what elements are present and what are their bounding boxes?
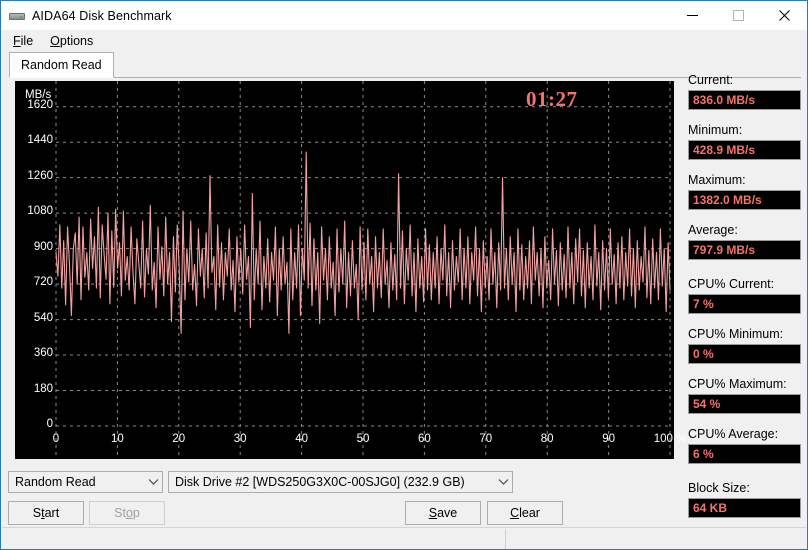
- status-bar-divider: [505, 529, 506, 549]
- tab-random-read[interactable]: Random Read: [9, 52, 114, 78]
- y-tick-label-8: 1440: [27, 134, 53, 147]
- menu-item-options[interactable]: Options: [43, 32, 100, 50]
- stat-box-2: 1382.0 MB/s: [688, 190, 801, 210]
- benchmark-mode-value: Random Read: [15, 475, 96, 489]
- x-tick-label-5: 50: [356, 433, 370, 445]
- elapsed-timer: 01:27: [526, 87, 578, 111]
- stat-value-2: 1382.0 MB/s: [693, 193, 762, 207]
- y-tick-label-4: 720: [33, 276, 53, 289]
- hard-drive-icon: [9, 8, 25, 24]
- x-tick-label-6: 60: [417, 433, 431, 445]
- app-window: AIDA64 Disk Benchmark FFileile Options R…: [0, 0, 808, 550]
- stat-value-8: 64 KB: [693, 501, 728, 515]
- stat-label-2: Maximum:: [688, 173, 746, 187]
- stat-label-7: CPU% Average:: [688, 427, 779, 441]
- x-tick-label-0: 0: [52, 433, 60, 445]
- stat-box-5: 0 %: [688, 344, 801, 364]
- x-tick-label-2: 20: [172, 433, 186, 445]
- save-button-label: Save: [428, 506, 458, 520]
- y-tick-label-7: 1260: [27, 169, 53, 182]
- x-tick-label-7: 70: [479, 433, 493, 445]
- y-tick-label-1: 180: [33, 382, 53, 395]
- chevron-down-icon: [494, 472, 512, 492]
- x-tick-label-3: 30: [233, 433, 247, 445]
- save-button[interactable]: Save: [405, 501, 481, 525]
- tab-strip: Random Read: [9, 52, 801, 78]
- window-controls: [669, 1, 807, 30]
- y-tick-label-0: 0: [46, 418, 53, 430]
- stat-value-4: 7 %: [693, 297, 714, 311]
- stat-label-8: Block Size:: [688, 481, 750, 495]
- benchmark-mode-select[interactable]: Random Read: [8, 471, 163, 493]
- start-button[interactable]: Start: [8, 501, 84, 525]
- y-tick-label-2: 360: [33, 347, 53, 360]
- stat-label-5: CPU% Minimum:: [688, 327, 784, 341]
- x-tick-label-1: 10: [110, 433, 124, 445]
- stat-label-4: CPU% Current:: [688, 277, 775, 291]
- disk-drive-select[interactable]: Disk Drive #2 [WDS250G3X0C-00SJG0] (232.…: [168, 471, 513, 493]
- stat-label-3: Average:: [688, 223, 738, 237]
- stop-button-label: Stop: [114, 506, 140, 520]
- stat-value-0: 836.0 MB/s: [693, 93, 756, 107]
- status-bar: [2, 527, 806, 549]
- stat-box-3: 797.9 MB/s: [688, 240, 801, 260]
- y-tick-label-9: 1620: [27, 98, 53, 111]
- menu-item-file[interactable]: FFileile: [6, 32, 40, 50]
- menu-bar: FFileile Options: [1, 30, 807, 52]
- y-tick-label-6: 1080: [27, 205, 53, 218]
- statistics-panel: Current: 836.0 MB/s Minimum: 428.9 MB/s Maxi…: [688, 73, 801, 531]
- stat-box-6: 54 %: [688, 394, 801, 414]
- close-icon[interactable]: [761, 1, 807, 30]
- tab-random-read-label: Random Read: [21, 58, 102, 72]
- stat-box-1: 428.9 MB/s: [688, 140, 801, 160]
- title-bar: AIDA64 Disk Benchmark: [1, 1, 807, 30]
- disk-drive-value: Disk Drive #2 [WDS250G3X0C-00SJG0] (232.…: [175, 475, 465, 489]
- stat-label-0: Current:: [688, 73, 734, 87]
- x-tick-label-10: 100 %: [653, 433, 687, 445]
- stat-label-6: CPU% Maximum:: [688, 377, 787, 391]
- x-axis-ticks: 0 10 20 30 40 50 60 70 80 90 100 %: [15, 433, 687, 453]
- stat-box-4: 7 %: [688, 294, 801, 314]
- stop-button: Stop: [89, 501, 165, 525]
- chart-plot-svg: [55, 81, 671, 459]
- y-axis-ticks: 0 180 360 540 720 900 1080 1260 1440 1620: [15, 81, 53, 459]
- clear-button[interactable]: Clear: [487, 501, 563, 525]
- stat-value-1: 428.9 MB/s: [693, 143, 756, 157]
- stat-box-7: 6 %: [688, 444, 801, 464]
- stat-value-6: 54 %: [693, 397, 721, 411]
- chevron-down-icon: [144, 472, 162, 492]
- clear-button-label: Clear: [510, 506, 540, 520]
- x-tick-label-4: 40: [295, 433, 308, 445]
- window-title: AIDA64 Disk Benchmark: [32, 8, 172, 23]
- stat-label-1: Minimum:: [688, 123, 743, 137]
- y-tick-label-5: 900: [33, 240, 53, 253]
- stat-value-3: 797.9 MB/s: [693, 243, 756, 257]
- stat-box-8: 64 KB: [688, 498, 801, 518]
- maximize-icon[interactable]: [715, 1, 761, 30]
- start-button-label: Start: [32, 506, 60, 520]
- x-tick-label-9: 90: [602, 433, 615, 445]
- x-tick-label-8: 80: [540, 433, 554, 445]
- y-tick-label-3: 540: [33, 311, 53, 324]
- minimize-icon[interactable]: [669, 1, 715, 30]
- stat-value-5: 0 %: [693, 347, 714, 361]
- benchmark-chart: MB/s 01:27 0 180 360 540 720 900 1080 1260 1440 1…: [15, 81, 674, 459]
- stat-value-7: 6 %: [693, 447, 714, 461]
- stat-box-0: 836.0 MB/s: [688, 90, 801, 110]
